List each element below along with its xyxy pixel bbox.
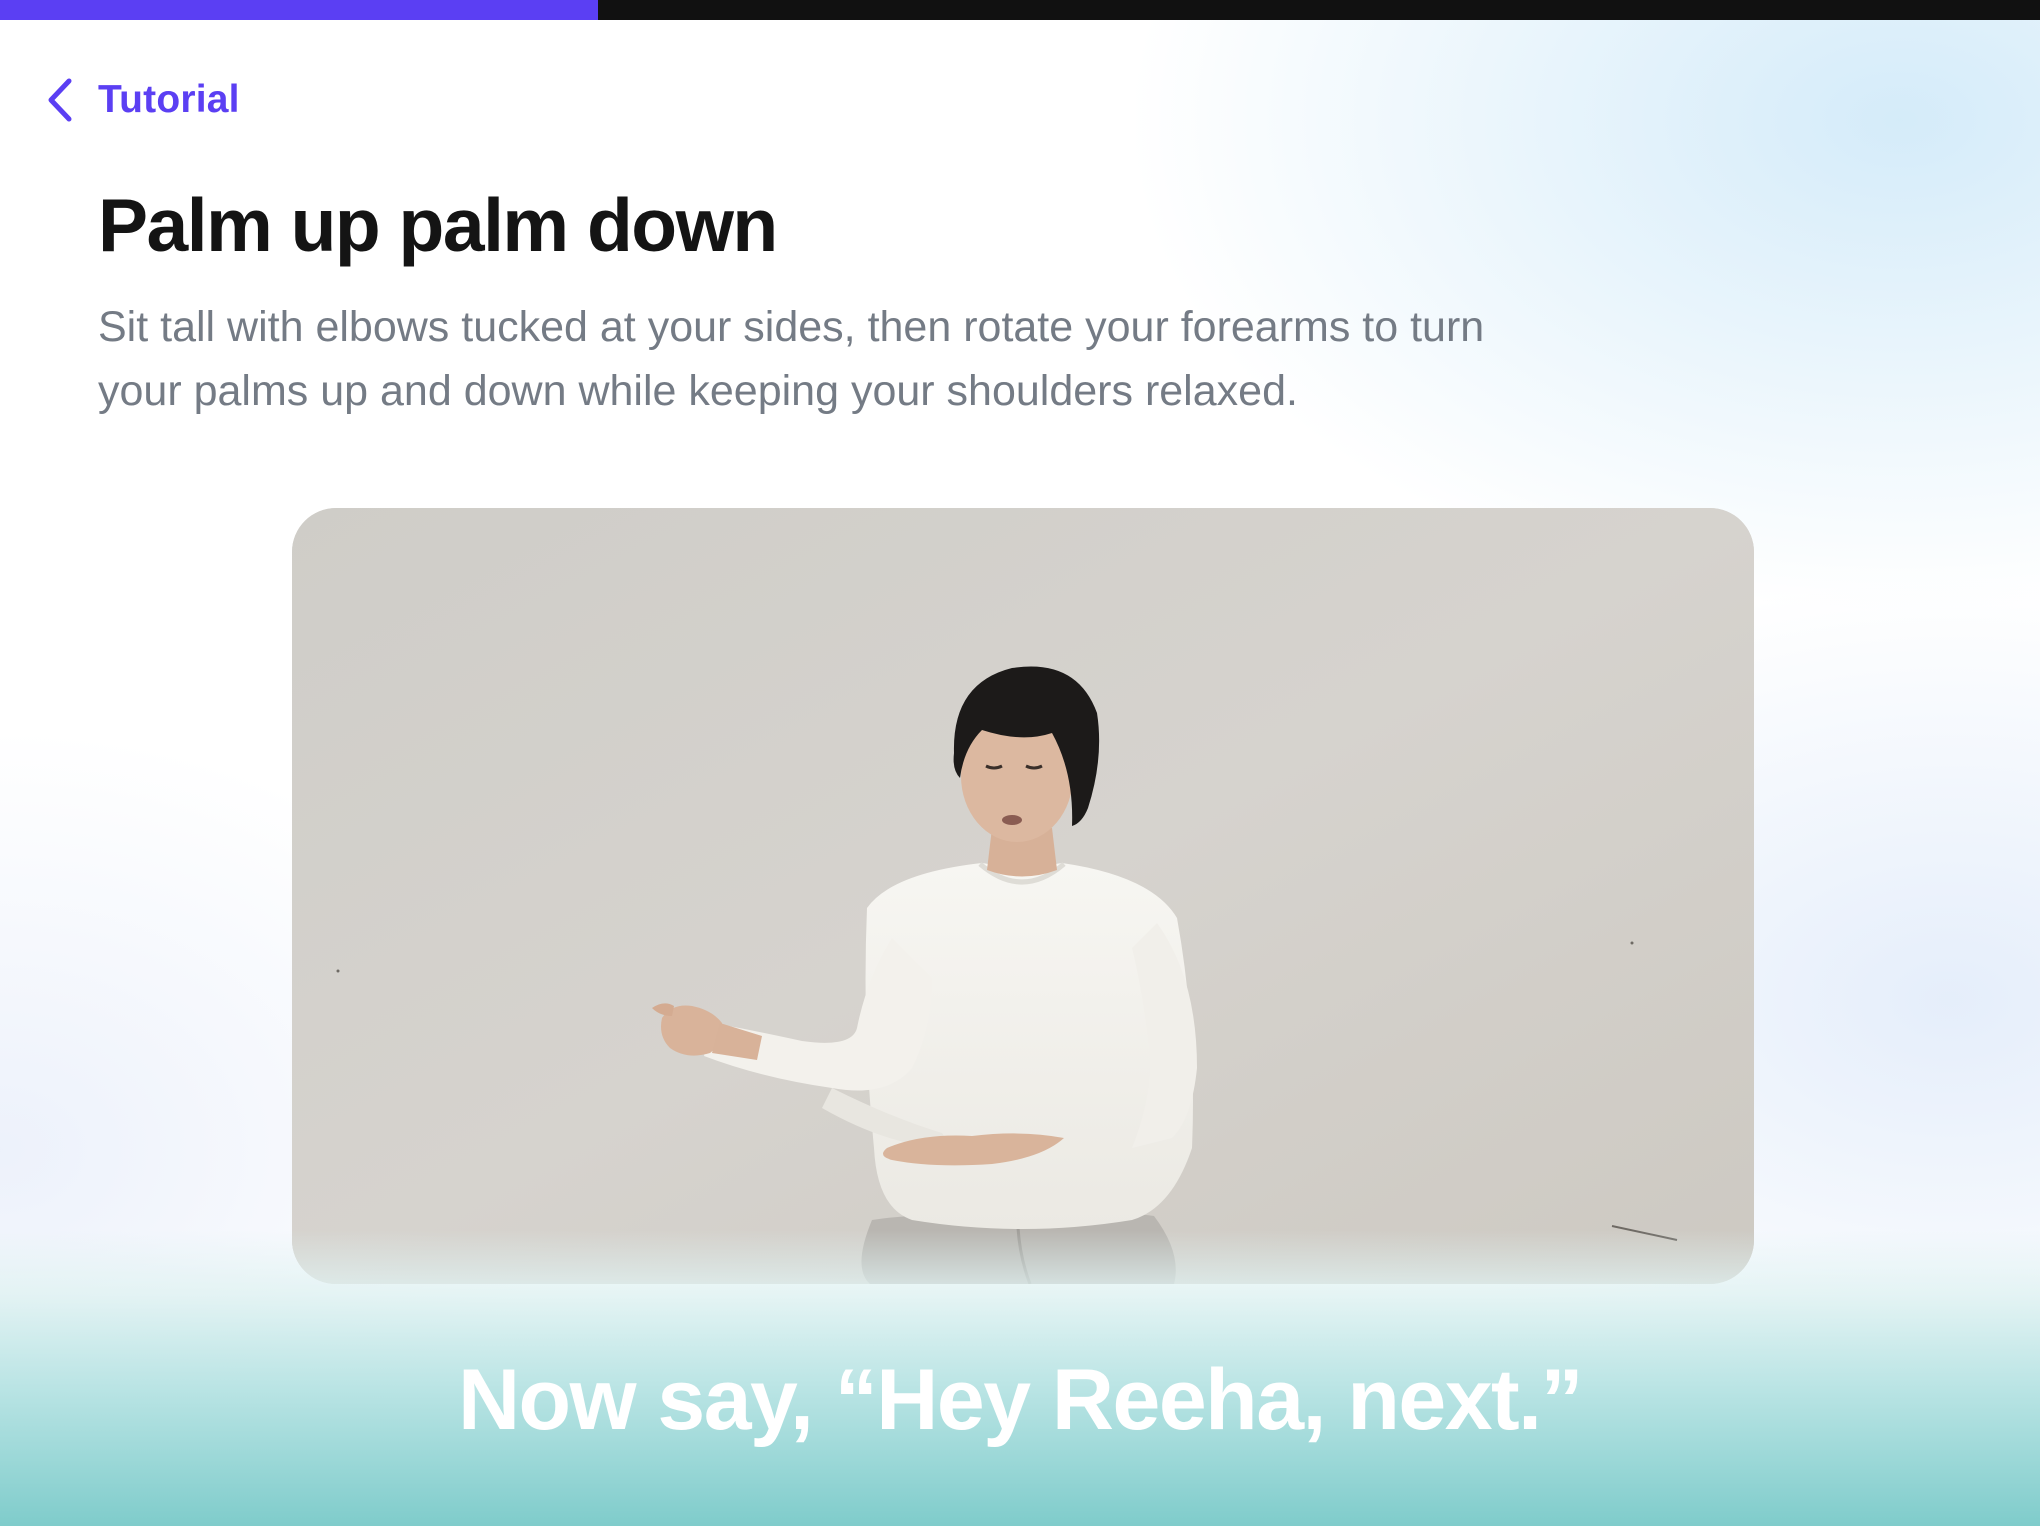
exercise-demo-video[interactable] <box>292 508 1754 1284</box>
back-button-label: Tutorial <box>98 78 240 121</box>
exercise-description: Sit tall with elbows tucked at your side… <box>98 303 1485 415</box>
back-button[interactable]: Tutorial <box>40 70 240 130</box>
exercise-demo-illustration <box>292 508 1754 1284</box>
progress-bar-fill <box>0 0 598 20</box>
voice-command-prompt: Now say, “Hey Reeha, next.” <box>457 1352 1584 1448</box>
chevron-left-icon <box>40 70 80 130</box>
exercise-title: Palm up palm down <box>98 183 778 267</box>
progress-bar <box>0 0 2040 20</box>
